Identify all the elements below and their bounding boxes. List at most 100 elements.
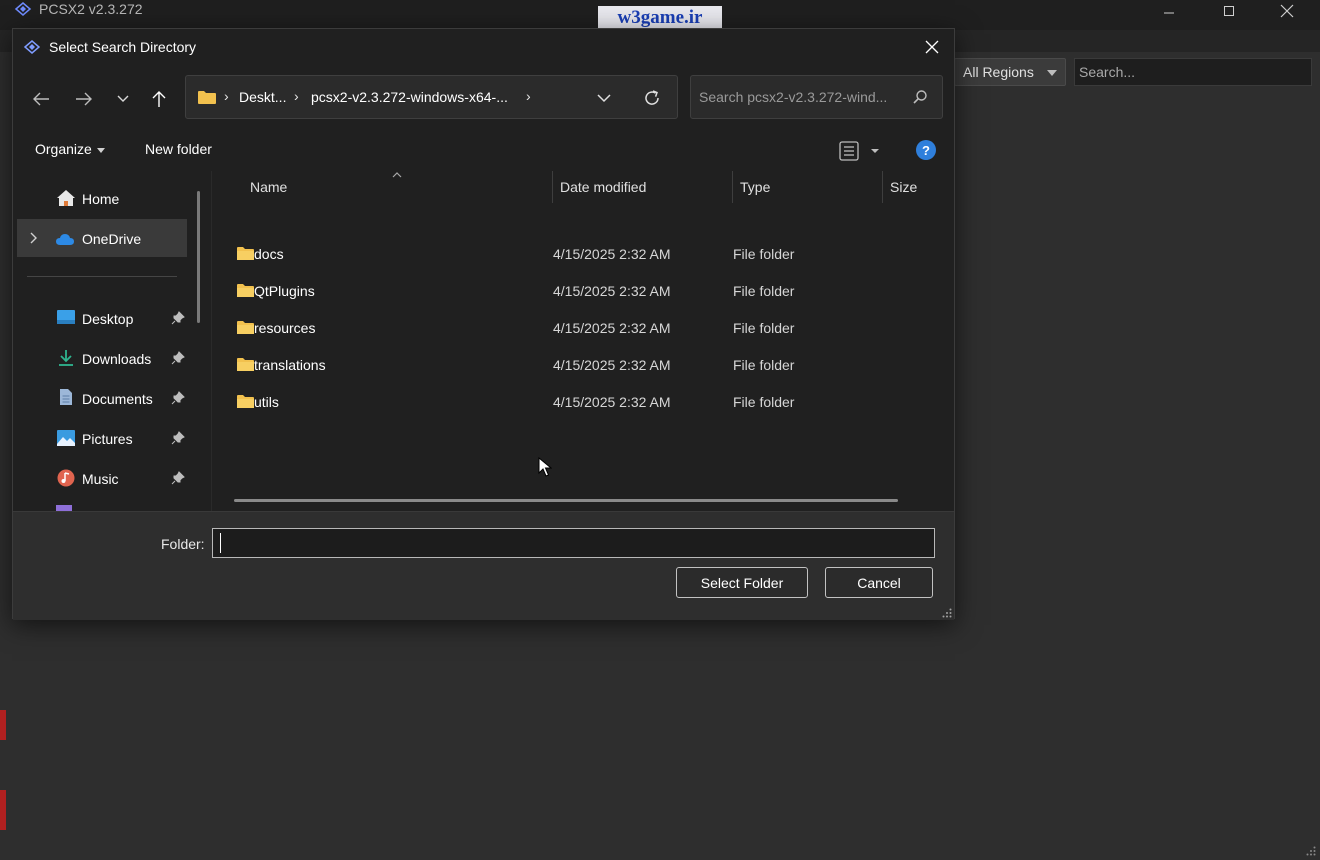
refresh-icon[interactable] (642, 88, 662, 108)
file-row[interactable]: QtPlugins 4/15/2025 2:32 AM File folder (232, 273, 932, 309)
close-icon (925, 40, 939, 54)
search-icon (913, 90, 927, 104)
region-filter-label: All Regions (963, 64, 1034, 80)
pin-icon[interactable] (171, 391, 185, 405)
download-icon (59, 350, 73, 366)
nav-item-label: Downloads (82, 351, 152, 367)
pin-icon[interactable] (171, 431, 185, 445)
address-dropdown-icon[interactable] (596, 90, 612, 106)
file-row[interactable]: utils 4/15/2025 2:32 AM File folder (232, 384, 932, 420)
nav-item-label: Home (82, 191, 120, 207)
sort-ascending-icon (392, 172, 402, 178)
navpane-scrollbar[interactable] (197, 191, 200, 323)
dialog-search-input[interactable] (699, 87, 899, 107)
column-divider[interactable] (882, 171, 883, 203)
chevron-right-icon: › (294, 88, 299, 104)
folder-name-input[interactable] (212, 528, 935, 558)
nav-item-music[interactable]: Music (17, 459, 187, 497)
organize-button[interactable]: Organize (35, 141, 105, 157)
pin-icon[interactable] (171, 351, 185, 365)
view-options-button[interactable] (837, 139, 883, 163)
minimize-icon (1164, 12, 1174, 14)
nav-item-onedrive[interactable]: OneDrive (17, 219, 187, 257)
text-caret (220, 533, 221, 553)
nav-item-label: Music (82, 471, 119, 487)
column-divider[interactable] (732, 171, 733, 203)
up-button[interactable] (145, 85, 173, 113)
folder-icon (237, 321, 254, 334)
column-divider[interactable] (552, 171, 553, 203)
file-type: File folder (733, 357, 795, 373)
pin-icon[interactable] (171, 471, 185, 485)
chevron-down-icon (96, 147, 105, 153)
forward-button[interactable] (70, 85, 98, 113)
maximize-button[interactable] (1206, 0, 1252, 22)
picture-icon (57, 430, 75, 446)
navigation-pane: Home OneDrive Desktop Downloads Document… (13, 171, 211, 511)
app-close-button[interactable] (1264, 0, 1310, 22)
nav-item-label: Pictures (82, 431, 133, 447)
app-search-input[interactable]: Search... (1074, 58, 1312, 86)
watermark: w3game.ir (598, 6, 722, 30)
nav-divider (27, 276, 177, 277)
file-row[interactable]: translations 4/15/2025 2:32 AM File fold… (232, 347, 932, 383)
breadcrumb-desktop[interactable]: Deskt... (239, 89, 286, 105)
file-name: resources (254, 320, 316, 336)
help-icon: ? (922, 142, 930, 158)
document-icon (60, 389, 72, 405)
back-button[interactable] (27, 85, 55, 113)
dialog-close-button[interactable] (914, 33, 950, 61)
column-header-date-modified[interactable]: Date modified (560, 179, 646, 195)
folder-icon (237, 395, 254, 408)
nav-item-desktop[interactable]: Desktop (17, 299, 187, 337)
file-date: 4/15/2025 2:32 AM (553, 320, 671, 336)
select-directory-dialog: Select Search Directory › Deskt... › pcs… (12, 28, 955, 620)
pin-icon[interactable] (171, 311, 185, 325)
column-header-type[interactable]: Type (740, 179, 770, 195)
nav-item-label: OneDrive (82, 231, 142, 247)
file-name: QtPlugins (254, 283, 315, 299)
pcsx2-logo-icon (14, 2, 32, 16)
file-list: Name Date modified Type Size docs 4/15/2… (212, 171, 954, 511)
close-icon (1280, 4, 1294, 18)
chevron-right-icon[interactable]: › (526, 88, 531, 104)
mouse-cursor-icon (538, 457, 552, 477)
file-row[interactable]: docs 4/15/2025 2:32 AM File folder (232, 236, 932, 272)
region-filter-dropdown[interactable]: All Regions (954, 58, 1066, 86)
cancel-button[interactable]: Cancel (825, 567, 933, 598)
nav-item-pictures[interactable]: Pictures (17, 419, 187, 457)
resize-grip-icon[interactable] (942, 608, 952, 618)
new-folder-button[interactable]: New folder (145, 141, 212, 157)
help-button[interactable]: ? (916, 140, 936, 160)
dialog-search-box[interactable] (690, 75, 943, 119)
app-search-placeholder: Search... (1079, 64, 1136, 80)
nav-item-documents[interactable]: Documents (17, 379, 187, 417)
left-edge-strip (0, 710, 6, 830)
folder-label: Folder: (161, 536, 205, 552)
maximize-icon (1224, 6, 1234, 16)
minimize-button[interactable] (1146, 0, 1192, 22)
app-resize-grip-icon[interactable] (1306, 846, 1316, 856)
folder-icon (198, 91, 216, 104)
folder-icon (237, 247, 254, 260)
file-date: 4/15/2025 2:32 AM (553, 394, 671, 410)
file-row[interactable]: resources 4/15/2025 2:32 AM File folder (232, 310, 932, 346)
nav-item-downloads[interactable]: Downloads (17, 339, 187, 377)
file-name: docs (254, 246, 284, 262)
chevron-right-icon (30, 232, 37, 244)
arrow-left-icon (33, 92, 49, 106)
address-bar[interactable]: › Deskt... › pcsx2-v2.3.272-windows-x64-… (185, 75, 678, 119)
select-folder-button[interactable]: Select Folder (676, 567, 808, 598)
horizontal-scrollbar[interactable] (234, 499, 898, 502)
arrow-right-icon (76, 92, 92, 106)
nav-item-home[interactable]: Home (17, 179, 187, 217)
column-header-size[interactable]: Size (890, 179, 917, 195)
music-icon (57, 469, 75, 487)
chevron-down-icon (117, 95, 129, 102)
dialog-titlebar[interactable]: Select Search Directory (13, 29, 954, 65)
file-type: File folder (733, 246, 795, 262)
column-header-name[interactable]: Name (250, 179, 287, 195)
file-date: 4/15/2025 2:32 AM (553, 283, 671, 299)
breadcrumb-pcsx2-folder[interactable]: pcsx2-v2.3.272-windows-x64-... (311, 89, 508, 105)
recent-locations-button[interactable] (109, 85, 137, 113)
